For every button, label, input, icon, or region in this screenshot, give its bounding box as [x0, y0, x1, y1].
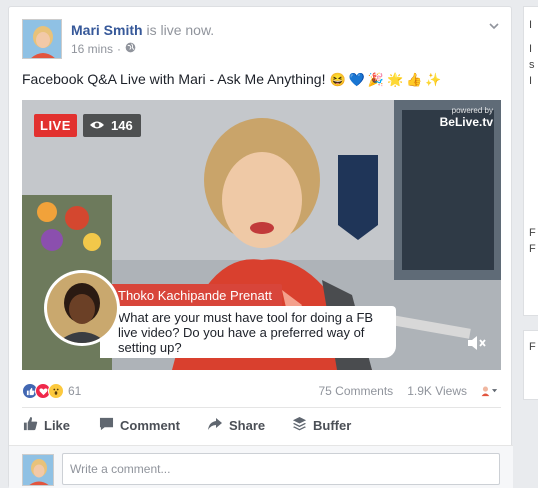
- right-sidebar-panel-2: F: [523, 330, 538, 400]
- sidebar-fragment: I: [529, 75, 533, 87]
- live-badge: LIVE: [34, 114, 77, 137]
- belive-brand: BeLive.tv: [439, 115, 493, 129]
- powered-by-label: powered by: [451, 106, 493, 115]
- meta-separator: ·: [117, 42, 122, 56]
- laughing-emoji-icon: 😆: [329, 71, 346, 87]
- comment-input[interactable]: [62, 453, 500, 485]
- share-button[interactable]: Share: [207, 415, 265, 435]
- sidebar-fragment: F: [529, 341, 536, 353]
- eye-icon: [89, 118, 105, 133]
- commenter-name: Thoko Kachipande Prenatt: [100, 284, 282, 306]
- like-button[interactable]: Like: [23, 415, 70, 435]
- share-label: Share: [229, 417, 266, 433]
- sidebar-fragment: F: [529, 243, 536, 255]
- author-line: Mari Smith is live now.: [71, 22, 214, 38]
- live-video-player[interactable]: LIVE 146 powered by BeLive.tv Thoko Kach…: [22, 100, 501, 370]
- sidebar-fragment: F: [529, 227, 536, 239]
- featured-comment-overlay: Thoko Kachipande Prenatt What are your m…: [100, 284, 396, 362]
- wow-icon: [48, 383, 64, 399]
- post-options-chevron-icon[interactable]: [487, 19, 501, 33]
- post-emojis: 😆 💙 🎉 🌟 👍 ✨: [329, 73, 441, 86]
- speech-bubble-icon: [99, 417, 114, 434]
- live-status-text: is live now.: [146, 22, 215, 38]
- author-avatar[interactable]: [22, 19, 62, 59]
- like-label: Like: [44, 417, 71, 433]
- divider: [22, 407, 501, 408]
- views-count: 1.9K Views: [407, 384, 467, 398]
- post-timestamp[interactable]: 16 mins: [71, 42, 113, 56]
- right-sidebar-panel: I I s I F F: [523, 6, 538, 316]
- featured-comment-text: What are your must have tool for doing a…: [100, 306, 396, 358]
- volume-muted-icon[interactable]: [467, 335, 487, 356]
- globe-icon[interactable]: [125, 42, 136, 56]
- thumbs-up-emoji-icon: 👍: [406, 71, 423, 87]
- commenter-avatar: [44, 270, 120, 346]
- sidebar-fragment: I: [529, 19, 533, 31]
- author-name-link[interactable]: Mari Smith: [71, 22, 143, 38]
- reaction-count: 61: [68, 384, 82, 398]
- current-user-avatar: [22, 454, 54, 486]
- party-popper-emoji-icon: 🎉: [367, 71, 385, 87]
- blue-heart-emoji-icon: 💙: [348, 71, 365, 87]
- comment-button[interactable]: Comment: [99, 415, 180, 435]
- thumbs-up-icon: [23, 416, 38, 434]
- sidebar-fragment: s: [529, 59, 535, 71]
- viewer-count-badge: 146: [83, 114, 141, 137]
- reaction-visibility-selector[interactable]: [481, 383, 497, 399]
- sparkles-emoji-icon: ✨: [425, 71, 442, 87]
- sidebar-fragment: I: [529, 43, 533, 55]
- share-arrow-icon: [207, 417, 223, 434]
- glowing-star-emoji-icon: 🌟: [387, 71, 404, 87]
- feed-post: Mari Smith is live now. 16 mins · Facebo…: [8, 6, 513, 488]
- post-message: Facebook Q&A Live with Mari - Ask Me Any…: [22, 71, 442, 87]
- reactions-summary[interactable]: 61: [22, 383, 81, 399]
- post-meta: 16 mins ·: [71, 42, 136, 56]
- viewer-count: 146: [111, 118, 133, 133]
- buffer-button[interactable]: Buffer: [292, 415, 351, 435]
- comment-composer: [9, 445, 513, 488]
- caret-down-icon: [491, 389, 497, 393]
- belive-watermark: powered by BeLive.tv: [440, 106, 493, 129]
- comment-label: Comment: [120, 417, 180, 433]
- comments-count-link[interactable]: 75 Comments: [318, 384, 393, 398]
- engagement-stats: 75 Comments 1.9K Views: [318, 383, 497, 399]
- buffer-label: Buffer: [313, 417, 352, 433]
- buffer-stack-icon: [292, 416, 307, 434]
- post-text: Facebook Q&A Live with Mari - Ask Me Any…: [22, 71, 326, 87]
